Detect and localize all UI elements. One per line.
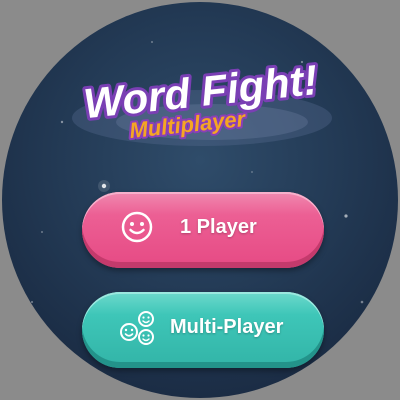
game-logo: Word Fight! Multiplayer [72, 58, 332, 146]
one-player-label: 1 Player [180, 216, 257, 238]
group-faces-icon [120, 311, 154, 345]
game-screen: Word Fight! Multiplayer 1 Player Multi-P… [2, 2, 398, 398]
multi-player-button[interactable]: Multi-Player [82, 292, 324, 368]
device-frame: Word Fight! Multiplayer 1 Player Multi-P… [0, 0, 400, 400]
multi-player-label: Multi-Player [170, 316, 284, 338]
smiley-face-icon [121, 211, 153, 243]
one-player-button[interactable]: 1 Player [82, 192, 324, 268]
